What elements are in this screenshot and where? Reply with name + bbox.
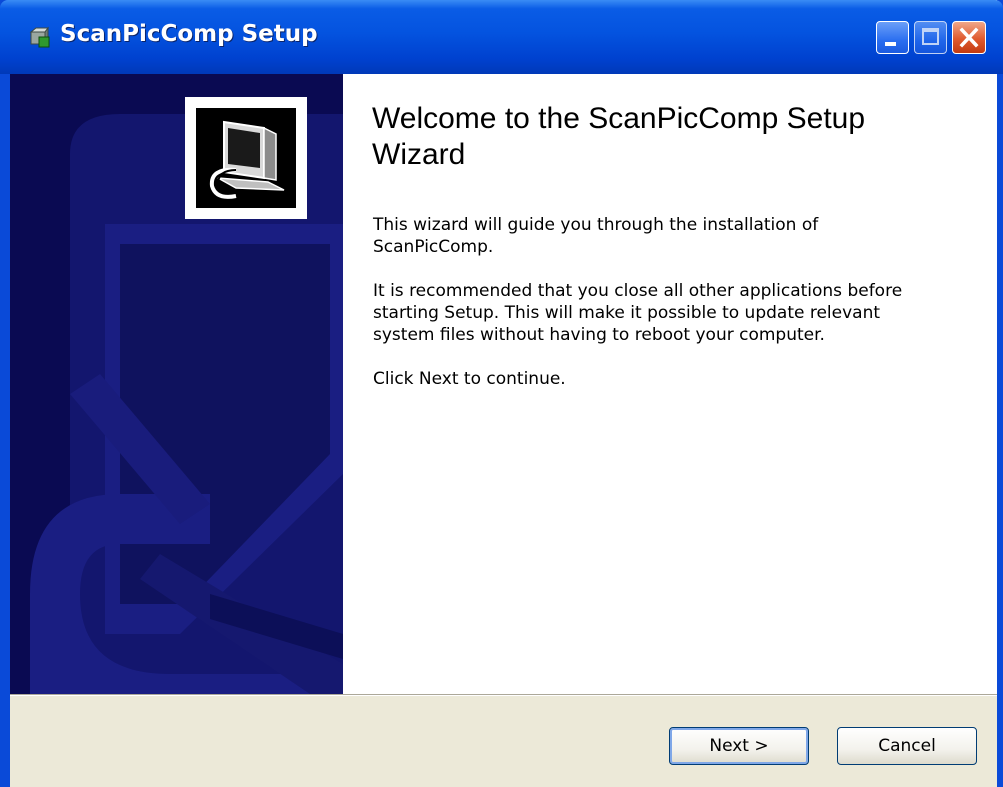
close-button[interactable] — [952, 21, 986, 54]
minimize-icon — [885, 42, 896, 46]
maximize-icon — [922, 28, 939, 45]
computer-install-icon — [196, 108, 296, 208]
cancel-button[interactable]: Cancel — [837, 727, 977, 765]
logo-frame — [185, 97, 307, 219]
setup-window: ScanPicComp Setup Welcome to the ScanPic… — [0, 0, 1003, 787]
wizard-description: This wizard will guide you through the i… — [373, 214, 943, 412]
close-icon — [959, 27, 979, 48]
recommendation-paragraph: It is recommended that you close all oth… — [373, 281, 903, 345]
instruction-paragraph: Click Next to continue. — [373, 369, 566, 389]
wizard-heading: Welcome to the ScanPicComp Setup Wizard — [372, 102, 866, 171]
window-title: ScanPicComp Setup — [60, 21, 318, 47]
wizard-content: Welcome to the ScanPicComp Setup Wizard … — [10, 74, 997, 694]
installer-icon — [28, 26, 50, 48]
next-button[interactable]: Next > — [669, 727, 809, 765]
minimize-button[interactable] — [876, 21, 909, 54]
footer-divider-highlight — [10, 695, 997, 696]
intro-paragraph: This wizard will guide you through the i… — [373, 215, 819, 257]
wizard-side-banner — [10, 74, 343, 694]
title-bar[interactable]: ScanPicComp Setup — [0, 0, 1003, 74]
maximize-button[interactable] — [914, 21, 947, 54]
